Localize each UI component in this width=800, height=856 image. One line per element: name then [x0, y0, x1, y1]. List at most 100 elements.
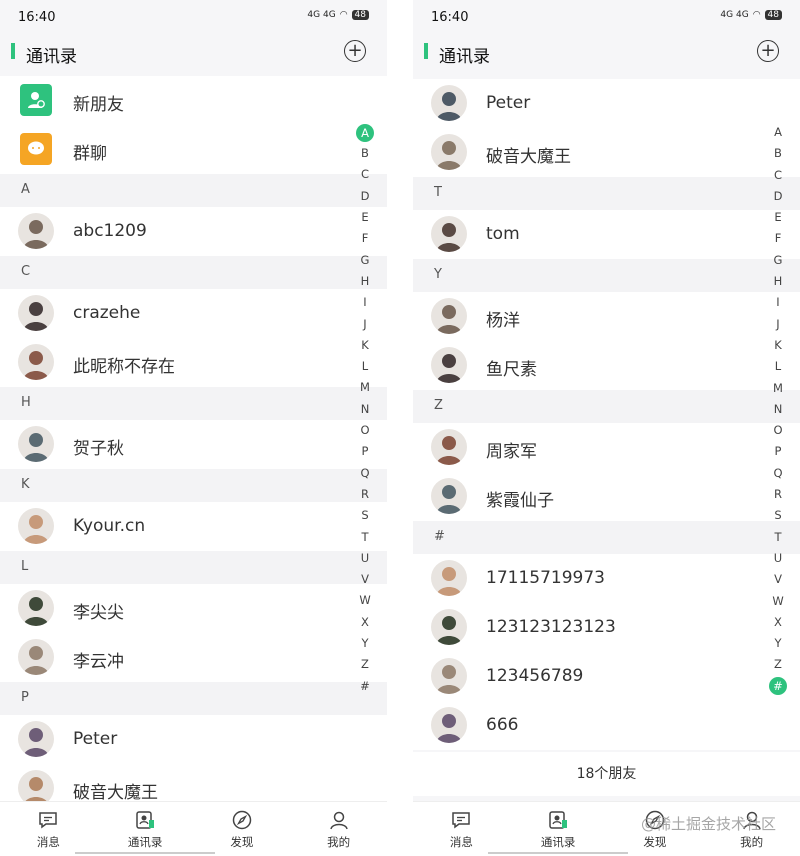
index-letter[interactable]: Z	[356, 654, 374, 675]
index-letter[interactable]: H	[356, 271, 374, 292]
status-bar: 16:40 4G 4G ◠ 48	[413, 0, 800, 34]
index-letter[interactable]: P	[769, 441, 787, 462]
index-letter[interactable]: J	[769, 314, 787, 335]
index-letter[interactable]: P	[356, 441, 374, 462]
section-header: P	[0, 682, 387, 715]
tab-contacts[interactable]: 通讯录	[488, 802, 628, 856]
contact-row[interactable]: 17115719973	[413, 554, 800, 603]
index-letter[interactable]: Z	[769, 654, 787, 675]
index-letter[interactable]: C	[769, 165, 787, 186]
index-letter[interactable]: D	[769, 186, 787, 207]
contact-row[interactable]: Kyour.cn	[0, 502, 387, 551]
index-letter[interactable]: C	[356, 164, 374, 185]
contact-row[interactable]: 666	[413, 701, 800, 750]
new-friends-row[interactable]: 新朋友	[0, 76, 387, 125]
status-icons: 4G 4G ◠ 48	[720, 10, 782, 20]
index-letter[interactable]: G	[769, 250, 787, 271]
contact-row[interactable]: 123123123123	[413, 603, 800, 652]
group-chat-row[interactable]: 群聊	[0, 125, 387, 174]
tab-compass[interactable]: 发现	[194, 802, 291, 856]
index-letter[interactable]: Y	[769, 633, 787, 654]
section-letter: #	[434, 529, 445, 544]
contact-name: 贺子秋	[73, 439, 124, 459]
index-letter[interactable]: M	[356, 377, 374, 398]
index-letter[interactable]: J	[356, 314, 374, 335]
index-letter[interactable]: T	[356, 527, 374, 548]
friend-count: 18个朋友	[413, 752, 800, 796]
index-letter[interactable]: X	[356, 612, 374, 633]
contact-row[interactable]: Peter	[0, 715, 387, 764]
contact-name: crazehe	[73, 303, 141, 323]
index-letter[interactable]: G	[356, 250, 374, 271]
index-letter[interactable]: U	[769, 548, 787, 569]
index-letter[interactable]: S	[356, 505, 374, 526]
avatar	[18, 426, 54, 462]
tab-message[interactable]: 消息	[413, 802, 510, 856]
index-letter[interactable]: #	[356, 676, 374, 697]
contact-row[interactable]: 李尖尖	[0, 584, 387, 633]
tab-person[interactable]: 我的	[290, 802, 387, 856]
tab-contacts[interactable]: 通讯录	[75, 802, 215, 856]
index-letter[interactable]: F	[356, 228, 374, 249]
contact-row[interactable]: crazehe	[0, 289, 387, 338]
index-letter[interactable]: K	[769, 335, 787, 356]
index-letter[interactable]: I	[769, 292, 787, 313]
index-letter[interactable]: E	[356, 207, 374, 228]
index-letter[interactable]: V	[356, 569, 374, 590]
contact-row[interactable]: 123456789	[413, 652, 800, 701]
index-letter[interactable]: B	[356, 143, 374, 164]
index-letter[interactable]: K	[356, 335, 374, 356]
avatar	[18, 213, 54, 249]
contact-row[interactable]: Peter	[413, 79, 800, 128]
index-letter[interactable]: X	[769, 612, 787, 633]
contact-row[interactable]: 破音大魔王	[413, 128, 800, 177]
index-letter[interactable]: N	[769, 399, 787, 420]
index-letter[interactable]: U	[356, 548, 374, 569]
index-letter[interactable]: A	[769, 122, 787, 143]
index-letter[interactable]: V	[769, 569, 787, 590]
contact-row[interactable]: 李云冲	[0, 633, 387, 682]
index-letter[interactable]: H	[769, 271, 787, 292]
section-header: T	[413, 177, 800, 210]
index-letter[interactable]: A	[356, 123, 374, 142]
contact-row[interactable]: 此昵称不存在	[0, 338, 387, 387]
contact-name: Kyour.cn	[73, 516, 146, 536]
index-letter[interactable]: Q	[356, 463, 374, 484]
index-letter[interactable]: Y	[356, 633, 374, 654]
index-letter[interactable]: F	[769, 228, 787, 249]
index-letter[interactable]: S	[769, 505, 787, 526]
index-letter[interactable]: Q	[769, 463, 787, 484]
contact-row[interactable]: abc1209	[0, 207, 387, 256]
tab-message[interactable]: 消息	[0, 802, 97, 856]
index-letter[interactable]: L	[769, 356, 787, 377]
index-letter[interactable]: O	[356, 420, 374, 441]
index-letter[interactable]: W	[769, 591, 787, 612]
alphabet-index[interactable]: A B C D E F G H I J K L M N O P Q R S T U V W X Y Z #	[768, 122, 788, 697]
contact-name: Peter	[73, 729, 118, 749]
contact-row[interactable]: 贺子秋	[0, 420, 387, 469]
index-letter[interactable]: O	[769, 420, 787, 441]
contact-row[interactable]: 杨洋	[413, 292, 800, 341]
index-letter[interactable]: R	[356, 484, 374, 505]
index-letter[interactable]: E	[769, 207, 787, 228]
plus-circle-icon[interactable]: +	[757, 40, 779, 62]
index-letter[interactable]: T	[769, 527, 787, 548]
contacts-screen-right: 16:40 4G 4G ◠ 48 通讯录 + Peter 破音大魔王 Ttom Y 杨洋…	[413, 0, 800, 856]
avatar	[18, 590, 54, 626]
alphabet-index[interactable]: A B C D E F G H I J K L M N O P Q R S T U V W X Y Z #	[355, 122, 375, 697]
index-letter[interactable]: W	[356, 590, 374, 611]
index-letter[interactable]: L	[356, 356, 374, 377]
plus-circle-icon[interactable]: +	[344, 40, 366, 62]
avatar	[431, 478, 467, 514]
contact-row[interactable]: 鱼尺素	[413, 341, 800, 390]
contact-row[interactable]: 紫霞仙子	[413, 472, 800, 521]
index-letter[interactable]: N	[356, 399, 374, 420]
contact-row[interactable]: tom	[413, 210, 800, 259]
index-letter[interactable]: R	[769, 484, 787, 505]
contact-row[interactable]: 周家军	[413, 423, 800, 472]
index-letter[interactable]: I	[356, 292, 374, 313]
index-letter[interactable]: #	[769, 677, 787, 696]
index-letter[interactable]: B	[769, 143, 787, 164]
index-letter[interactable]: D	[356, 186, 374, 207]
index-letter[interactable]: M	[769, 378, 787, 399]
